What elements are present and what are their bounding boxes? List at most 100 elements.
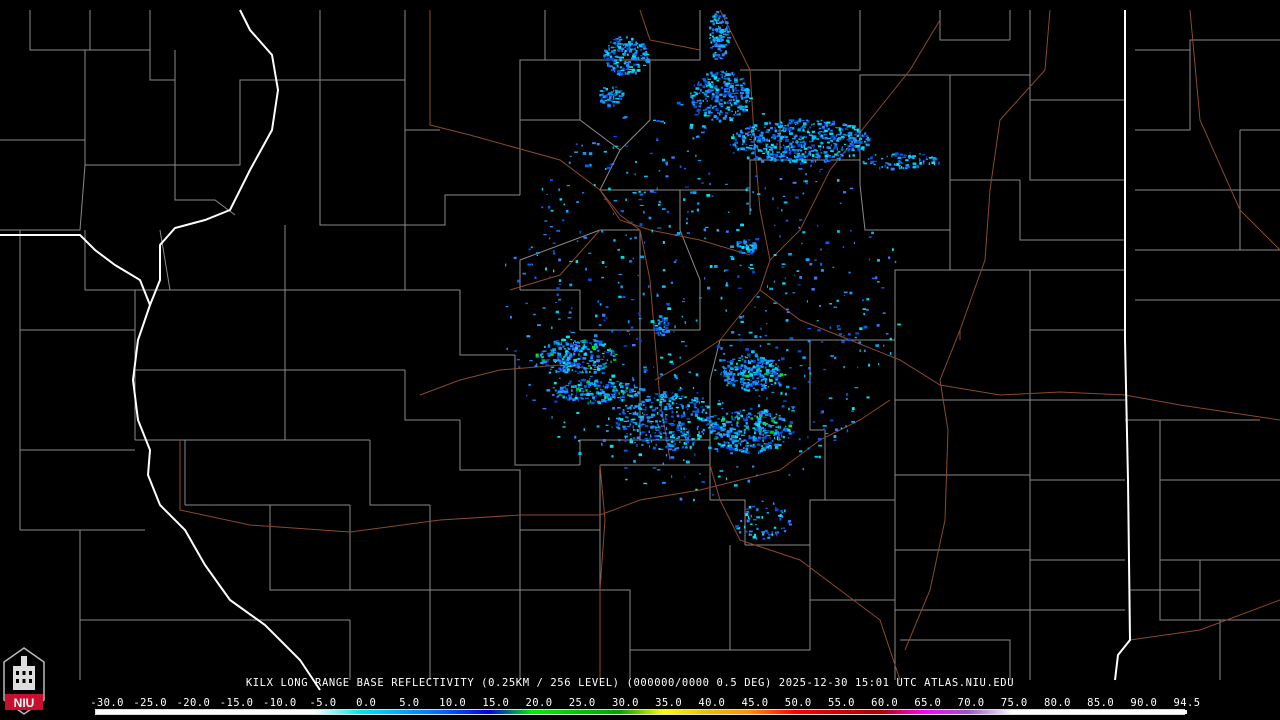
echo-pixel xyxy=(786,311,790,314)
echo-pixel xyxy=(734,141,739,144)
echo-pixel xyxy=(686,150,689,152)
echo-pixel xyxy=(686,418,690,420)
echo-pixel xyxy=(820,124,822,127)
echo-pixel xyxy=(765,131,770,133)
echo-pixel xyxy=(575,260,579,263)
echo-pixel xyxy=(558,318,561,320)
echo-pixel xyxy=(797,128,801,132)
echo-pixel xyxy=(613,70,616,73)
echo-pixel xyxy=(849,139,852,142)
echo-pixel xyxy=(536,254,539,256)
echo-pixel xyxy=(673,439,675,443)
echo-pixel xyxy=(720,104,724,107)
echo-pixel xyxy=(862,148,865,151)
echo-pixel xyxy=(787,128,792,131)
echo-pixel xyxy=(730,362,733,365)
echo-pixel xyxy=(759,369,762,372)
echo-pixel xyxy=(726,384,729,387)
county-line xyxy=(459,290,515,356)
echo-pixel xyxy=(747,479,751,483)
echo-pixel xyxy=(594,334,598,338)
echo-pixel xyxy=(816,138,820,140)
echo-pixel xyxy=(629,48,633,50)
scale-label: 40.0 xyxy=(698,697,726,709)
echo-pixel xyxy=(585,267,587,271)
echo-pixel xyxy=(760,427,764,429)
echo-pixel xyxy=(814,259,817,261)
echo-pixel xyxy=(582,390,585,392)
echo-pixel xyxy=(741,386,744,390)
echo-pixel xyxy=(761,387,764,391)
scale-color-segment xyxy=(706,710,751,714)
echo-pixel xyxy=(776,151,780,154)
echo-pixel xyxy=(663,391,667,393)
echo-pixel xyxy=(670,416,674,418)
echo-pixel xyxy=(794,151,796,153)
echo-pixel xyxy=(771,391,775,393)
county-line xyxy=(284,370,370,441)
echo-pixel xyxy=(782,144,785,147)
echo-pixel xyxy=(888,163,892,166)
echo-pixel xyxy=(723,93,727,97)
echo-pixel xyxy=(717,55,721,58)
echo-pixel xyxy=(606,351,609,353)
county-line xyxy=(269,505,350,591)
echo-pixel xyxy=(599,94,602,96)
echo-pixel xyxy=(683,459,685,461)
echo-pixel xyxy=(714,85,718,88)
echo-pixel xyxy=(623,449,628,452)
echo-pixel xyxy=(809,140,812,143)
echo-pixel xyxy=(798,226,801,229)
echo-pixel xyxy=(691,94,696,97)
echo-pixel xyxy=(822,425,827,427)
echo-pixel xyxy=(643,366,647,369)
echo-pixel xyxy=(711,98,713,100)
echo-pixel xyxy=(548,237,551,240)
echo-pixel xyxy=(745,244,748,247)
echo-pixel xyxy=(790,336,794,340)
echo-pixel xyxy=(841,128,844,131)
echo-pixel xyxy=(722,96,726,98)
echo-pixel xyxy=(578,353,580,356)
echo-pixel xyxy=(765,148,768,151)
echo-pixel xyxy=(708,110,711,113)
echo-pixel xyxy=(601,276,605,279)
echo-pixel xyxy=(556,345,559,347)
echo-pixel xyxy=(766,430,770,432)
echo-pixel xyxy=(853,128,857,131)
echo-pixel xyxy=(721,407,724,410)
county-line xyxy=(600,464,711,500)
echo-pixel xyxy=(505,306,509,308)
echo-pixel xyxy=(615,426,620,428)
echo-pixel xyxy=(593,366,597,368)
echo-pixel xyxy=(763,359,767,362)
echo-pixel xyxy=(839,153,844,156)
echo-pixel xyxy=(612,355,616,358)
echo-pixel xyxy=(817,437,822,441)
echo-pixel xyxy=(650,320,655,323)
echo-pixel xyxy=(928,162,931,166)
echo-pixel xyxy=(752,445,756,448)
echo-pixel xyxy=(734,444,738,447)
echo-pixel xyxy=(791,141,794,143)
echo-pixel xyxy=(653,119,656,121)
echo-pixel xyxy=(588,342,592,344)
echo-pixel xyxy=(888,256,891,260)
echo-pixel xyxy=(738,414,741,416)
echo-pixel xyxy=(820,411,823,414)
echo-pixel xyxy=(912,165,916,169)
echo-pixel xyxy=(640,255,645,259)
echo-pixel xyxy=(833,306,837,308)
highway-line xyxy=(599,464,606,680)
echo-pixel xyxy=(849,142,852,145)
echo-pixel xyxy=(605,266,607,268)
echo-pixel xyxy=(632,412,637,416)
echo-pixel xyxy=(629,49,633,53)
county-line xyxy=(710,499,746,545)
echo-pixel xyxy=(618,295,622,299)
echo-pixel xyxy=(764,122,769,124)
echo-pixel xyxy=(823,133,827,136)
echo-pixel xyxy=(749,144,753,147)
echo-pixel xyxy=(698,401,701,404)
echo-pixel xyxy=(658,376,661,380)
